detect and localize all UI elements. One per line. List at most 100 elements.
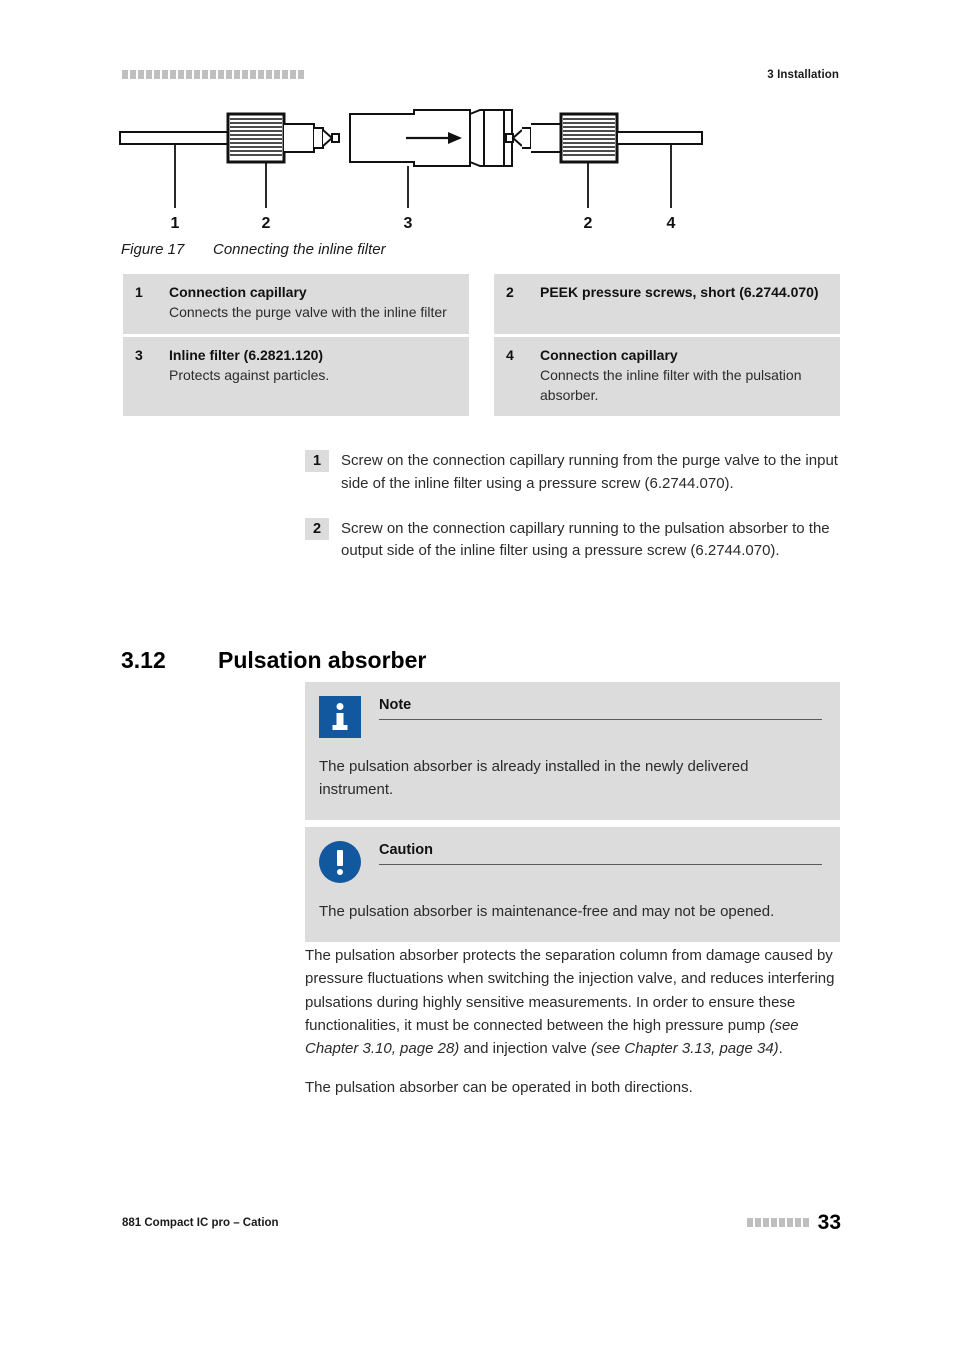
note-body: The pulsation absorber is already instal… [319, 758, 749, 798]
footer-document-title: 881 Compact IC pro – Cation [122, 1217, 279, 1229]
footer-page-number: 33 [817, 1211, 841, 1234]
section-heading: 3.12 Pulsation absorber [121, 647, 426, 674]
body-p1-part-c: . [778, 1040, 783, 1057]
figure-callout-4: 4 [667, 215, 676, 232]
procedure-steps: 1 Screw on the connection capillary runn… [305, 450, 845, 585]
header-chapter-label: 3 Installation [767, 69, 839, 81]
decor-square [154, 70, 160, 79]
decor-square [762, 1218, 769, 1227]
decor-square [802, 1218, 809, 1227]
decor-square [770, 1218, 777, 1227]
procedure-step-2: 2 Screw on the connection capillary runn… [305, 517, 845, 564]
section-number: 3.12 [121, 647, 166, 674]
decor-square [194, 70, 200, 79]
body-p1-crossref-2: (see Chapter 3.13, page 34) [591, 1040, 779, 1057]
legend-number: 1 [135, 284, 143, 300]
exclamation-icon [319, 841, 361, 883]
caution-title-wrap: Caution [379, 841, 822, 865]
decor-square [234, 70, 240, 79]
legend-number: 2 [506, 284, 514, 300]
figure-callout-2b: 2 [584, 215, 593, 232]
figure-inline-filter-diagram: 1 2 3 2 4 [118, 100, 848, 245]
decor-square [210, 70, 216, 79]
note-callout: Note The pulsation absorber is already i… [305, 682, 840, 820]
legend-description: Protects against particles. [169, 366, 330, 383]
decor-square [186, 70, 192, 79]
decor-square [298, 70, 304, 79]
legend-content: Inline filter (6.2821.120) Protects agai… [169, 346, 457, 406]
legend-number: 4 [506, 346, 514, 363]
body-paragraph-1: The pulsation absorber protects the sepa… [305, 944, 840, 1060]
decor-square [778, 1218, 785, 1227]
legend-item-4: 4 Connection capillary Connects the inli… [494, 336, 840, 417]
footer-decor-squares [746, 1218, 809, 1227]
decor-square [290, 70, 296, 79]
body-paragraph-2: The pulsation absorber can be operated i… [305, 1079, 693, 1097]
decor-square [226, 70, 232, 79]
note-callout-header: Note [319, 696, 822, 738]
legend-title: Inline filter (6.2821.120) [169, 346, 324, 363]
section-title: Pulsation absorber [218, 647, 427, 674]
legend-title: PEEK pressure screws, short (6.2744.070) [540, 284, 819, 300]
decor-square [178, 70, 184, 79]
decor-square [266, 70, 272, 79]
caution-divider [379, 864, 822, 865]
info-icon-glyph [319, 696, 361, 738]
inline-filter-svg: 1 2 3 2 4 [119, 109, 703, 232]
step-number: 1 [305, 450, 329, 472]
info-icon-dot [336, 703, 344, 710]
figure-callout-3: 3 [404, 215, 413, 232]
decor-square [274, 70, 280, 79]
decor-square [202, 70, 208, 79]
page-footer: 881 Compact IC pro – Cation 33 [0, 1212, 954, 1252]
decor-square [146, 70, 152, 79]
legend-title: Connection capillary [540, 346, 678, 363]
body-p1-part-a: The pulsation absorber protects the sepa… [305, 947, 835, 1034]
figure-caption-text: Connecting the inline filter [213, 241, 386, 258]
decor-square [258, 70, 264, 79]
figure-callout-2: 2 [262, 215, 271, 232]
legend-description: Connects the purge valve with the inline… [169, 303, 447, 320]
decor-square [122, 70, 128, 79]
legend-content: Connection capillary Connects the purge … [169, 283, 457, 323]
exclamation-icon-glyph [319, 841, 361, 883]
legend-item-1: 1 Connection capillary Connects the purg… [123, 274, 469, 334]
info-icon [319, 696, 361, 738]
note-divider [379, 719, 822, 720]
info-icon-foot [332, 725, 348, 730]
legend-content: Connection capillary Connects the inline… [540, 346, 828, 406]
exclamation-icon-dot [337, 869, 343, 875]
decor-square [170, 70, 176, 79]
figure-callout-1: 1 [171, 215, 180, 232]
decor-square [786, 1218, 793, 1227]
legend-description: Connects the inline filter with the puls… [540, 366, 802, 403]
exclamation-icon-bar [337, 850, 343, 866]
decor-square [130, 70, 136, 79]
step-text: Screw on the connection capillary runnin… [341, 452, 838, 492]
decor-square [218, 70, 224, 79]
caution-callout: Caution The pulsation absorber is mainte… [305, 827, 840, 942]
header-decor-squares [122, 70, 304, 79]
footer-page-group: 33 [746, 1211, 841, 1234]
section-body-text: The pulsation absorber protects the sepa… [305, 944, 840, 1116]
decor-square [754, 1218, 761, 1227]
step-text: Screw on the connection capillary runnin… [341, 519, 830, 560]
legend-title: Connection capillary [169, 284, 307, 300]
page-header: 3 Installation [0, 0, 954, 81]
decor-square [794, 1218, 801, 1227]
legend-item-2: 2 PEEK pressure screws, short (6.2744.07… [494, 274, 840, 334]
legend-number: 3 [135, 346, 143, 363]
figure-caption: Figure 17 Connecting the inline filter [121, 241, 386, 258]
note-title-wrap: Note [379, 696, 822, 720]
legend-content: PEEK pressure screws, short (6.2744.070) [540, 283, 828, 323]
decor-square [250, 70, 256, 79]
note-title: Note [379, 697, 412, 713]
figure-legend-table: 1 Connection capillary Connects the purg… [123, 274, 840, 417]
caution-title: Caution [379, 842, 433, 858]
procedure-step-1: 1 Screw on the connection capillary runn… [305, 450, 845, 496]
figure-label: Figure 17 [121, 241, 185, 258]
caution-body: The pulsation absorber is maintenance-fr… [319, 903, 775, 920]
decor-square [242, 70, 248, 79]
decor-square [138, 70, 144, 79]
decor-square [282, 70, 288, 79]
